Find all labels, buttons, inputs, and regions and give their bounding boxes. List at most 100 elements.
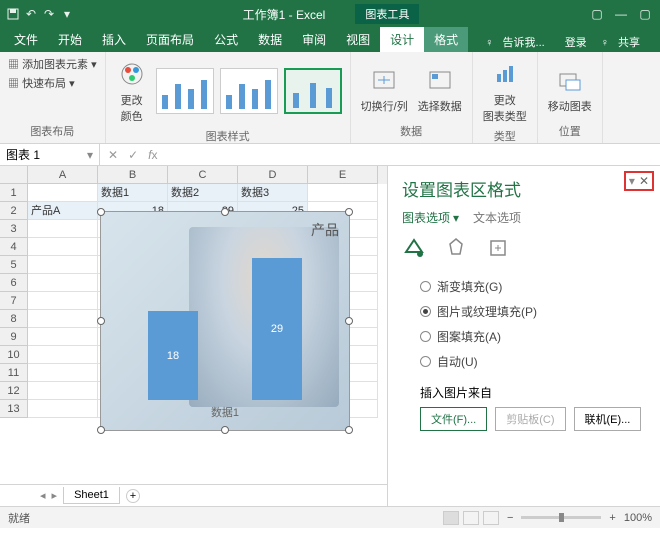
tab-view[interactable]: 视图 [336, 27, 380, 52]
col-header[interactable]: E [308, 166, 378, 184]
tab-home[interactable]: 开始 [48, 27, 92, 52]
resize-handle[interactable] [345, 426, 353, 434]
normal-view-icon[interactable] [443, 511, 459, 525]
minimize-icon[interactable]: — [614, 7, 628, 21]
row-header[interactable]: 5 [0, 256, 28, 274]
row-header[interactable]: 1 [0, 184, 28, 202]
chart-options-tab[interactable]: 图表选项 ▾ [402, 209, 459, 226]
resize-handle[interactable] [97, 208, 105, 216]
add-chart-element-button[interactable]: ▦ 添加图表元素 ▾ [8, 56, 97, 72]
effects-icon[interactable] [444, 236, 468, 260]
row-header[interactable]: 10 [0, 346, 28, 364]
row-header[interactable]: 9 [0, 328, 28, 346]
row-header[interactable]: 11 [0, 364, 28, 382]
fill-line-icon[interactable] [402, 236, 426, 260]
resize-handle[interactable] [221, 208, 229, 216]
fill-auto-radio[interactable]: 自动(U) [420, 349, 646, 374]
zoom-slider[interactable] [521, 516, 601, 519]
move-chart-button[interactable]: 移动图表 [546, 62, 594, 116]
zoom-out-icon[interactable]: − [507, 512, 513, 524]
maximize-icon[interactable]: ▢ [638, 7, 652, 21]
text-options-tab[interactable]: 文本选项 [473, 209, 521, 226]
row-header[interactable]: 6 [0, 274, 28, 292]
col-header[interactable]: B [98, 166, 168, 184]
resize-handle[interactable] [345, 317, 353, 325]
fill-gradient-radio[interactable]: 渐变填充(G) [420, 274, 646, 299]
resize-handle[interactable] [97, 317, 105, 325]
login[interactable]: 登录 [559, 32, 593, 52]
chart-style-3[interactable] [284, 68, 342, 114]
tab-formulas[interactable]: 公式 [204, 27, 248, 52]
cell[interactable]: 数据2 [168, 184, 238, 202]
select-all-corner[interactable] [0, 166, 28, 184]
enter-icon[interactable]: ✓ [128, 148, 138, 162]
cell[interactable] [28, 184, 98, 202]
row-header[interactable]: 12 [0, 382, 28, 400]
ribbon: ▦ 添加图表元素 ▾ ▦ 快速布局 ▾ 图表布局 更改 颜色 图表样式 切换行/… [0, 52, 660, 144]
chart-style-1[interactable] [156, 68, 214, 114]
sheet-nav-next-icon[interactable]: ▸ [52, 489, 58, 502]
ribbon-options-icon[interactable]: ▢ [590, 7, 604, 21]
resize-handle[interactable] [97, 426, 105, 434]
undo-icon[interactable]: ↶ [24, 7, 38, 21]
share[interactable]: ♀ 共享 [595, 32, 652, 52]
chart-title[interactable]: 产品 [311, 220, 339, 240]
pane-options-icon[interactable]: ▾ [629, 174, 635, 188]
tab-review[interactable]: 审阅 [292, 27, 336, 52]
name-box[interactable]: 图表 1▾ [0, 144, 100, 165]
cancel-icon[interactable]: ✕ [108, 148, 118, 162]
col-header[interactable]: A [28, 166, 98, 184]
size-properties-icon[interactable] [486, 236, 510, 260]
quick-layout-button[interactable]: ▦ 快速布局 ▾ [8, 75, 75, 91]
page-break-view-icon[interactable] [483, 511, 499, 525]
clipboard-button[interactable]: 剪贴板(C) [495, 407, 565, 431]
chart-bar[interactable]: 18 [148, 311, 198, 400]
tell-me[interactable]: ♀ 告诉我... [479, 32, 556, 52]
tab-data[interactable]: 数据 [248, 27, 292, 52]
worksheet-area[interactable]: A B C D E 1数据1数据2数据3 2产品A182925 3 4 5 6 … [0, 166, 388, 506]
sheet-nav-prev-icon[interactable]: ◂ [40, 489, 46, 502]
fx-icon[interactable]: fx [148, 148, 157, 162]
embedded-chart[interactable]: 产品 18 29 数据1 [100, 211, 350, 431]
zoom-in-icon[interactable]: + [609, 512, 615, 524]
row-header[interactable]: 8 [0, 310, 28, 328]
statusbar: 就绪 − + 100% [0, 506, 660, 528]
row-header[interactable]: 2 [0, 202, 28, 220]
zoom-level[interactable]: 100% [624, 512, 652, 524]
row-header[interactable]: 3 [0, 220, 28, 238]
col-header[interactable]: D [238, 166, 308, 184]
fill-pattern-radio[interactable]: 图案填充(A) [420, 324, 646, 349]
chart-bar[interactable]: 29 [252, 258, 302, 400]
save-icon[interactable] [6, 7, 20, 21]
cell[interactable]: 数据1 [98, 184, 168, 202]
online-button[interactable]: 联机(E)... [574, 407, 642, 431]
redo-icon[interactable]: ↷ [42, 7, 56, 21]
change-chart-type-button[interactable]: 更改 图表类型 [481, 56, 529, 126]
add-sheet-icon[interactable]: + [126, 489, 140, 503]
resize-handle[interactable] [221, 426, 229, 434]
switch-row-col-button[interactable]: 切换行/列 [359, 62, 410, 116]
resize-handle[interactable] [345, 208, 353, 216]
chart-style-2[interactable] [220, 68, 278, 114]
select-data-button[interactable]: 选择数据 [416, 62, 464, 116]
col-header[interactable]: C [168, 166, 238, 184]
sheet-tab[interactable]: Sheet1 [63, 487, 120, 504]
chevron-down-icon[interactable]: ▾ [87, 148, 93, 162]
file-button[interactable]: 文件(F)... [420, 407, 487, 431]
cell[interactable] [308, 184, 378, 202]
fill-picture-radio[interactable]: 图片或纹理填充(P) [420, 299, 646, 324]
change-colors-button[interactable]: 更改 颜色 [114, 56, 150, 126]
qat-dropdown-icon[interactable]: ▾ [60, 7, 74, 21]
cell[interactable]: 数据3 [238, 184, 308, 202]
tab-insert[interactable]: 插入 [92, 27, 136, 52]
tab-format[interactable]: 格式 [424, 27, 468, 52]
row-header[interactable]: 7 [0, 292, 28, 310]
tab-design[interactable]: 设计 [380, 27, 424, 52]
cell[interactable]: 产品A [28, 202, 98, 220]
row-header[interactable]: 13 [0, 400, 28, 418]
page-layout-view-icon[interactable] [463, 511, 479, 525]
tab-layout[interactable]: 页面布局 [136, 27, 204, 52]
row-header[interactable]: 4 [0, 238, 28, 256]
tab-file[interactable]: 文件 [4, 27, 48, 52]
close-icon[interactable]: ✕ [639, 174, 649, 188]
